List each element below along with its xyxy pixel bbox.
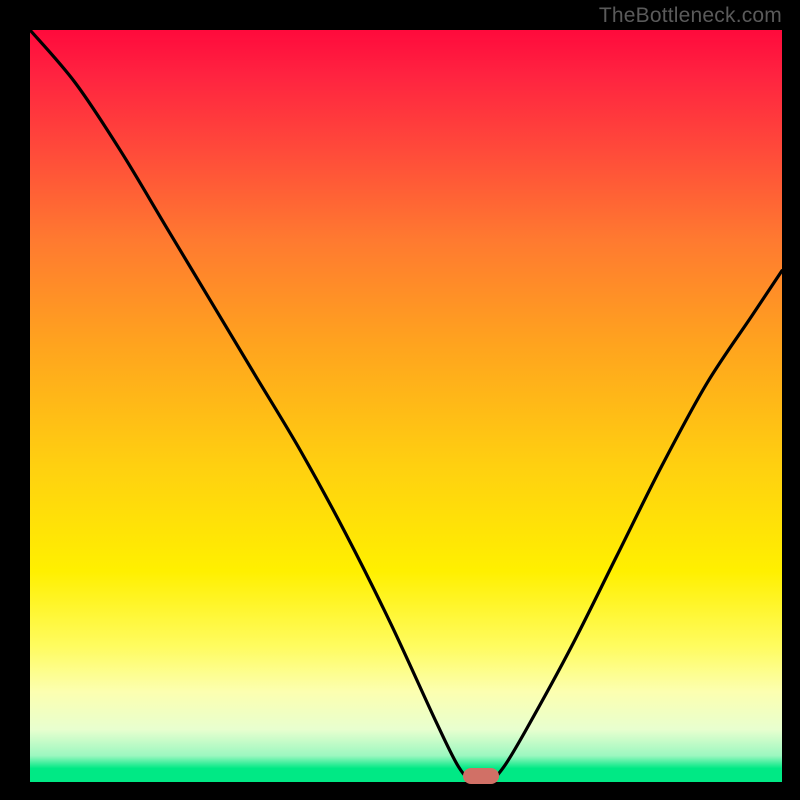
plot-area [30, 30, 782, 782]
chart-frame: TheBottleneck.com [0, 0, 800, 800]
watermark-text: TheBottleneck.com [599, 4, 782, 28]
bottleneck-curve [30, 30, 782, 782]
optimal-marker [463, 768, 499, 784]
